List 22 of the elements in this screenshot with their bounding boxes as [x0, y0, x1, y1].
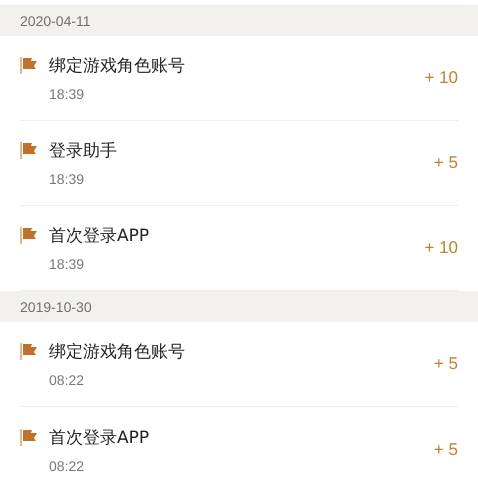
flag-icon	[20, 343, 38, 360]
record-time: 08:22	[49, 458, 86, 474]
record-title: 首次登录APP	[49, 426, 150, 448]
record-time: 18:39	[49, 256, 86, 272]
record-title: 绑定游戏角色账号	[49, 341, 185, 363]
record-title: 绑定游戏角色账号	[49, 55, 185, 77]
record-time: 08:22	[49, 372, 86, 388]
points-value: + 10	[424, 238, 458, 258]
points-value: + 5	[434, 354, 458, 374]
flag-icon	[20, 57, 38, 74]
record-time: 18:39	[49, 171, 86, 187]
record-title: 首次登录APP	[49, 225, 150, 247]
flag-icon	[20, 428, 38, 446]
points-value: + 5	[434, 153, 458, 173]
points-value: + 5	[434, 440, 458, 460]
points-value: + 10	[424, 68, 458, 88]
record-title: 登录助手	[49, 140, 117, 162]
record-time: 18:39	[49, 86, 86, 102]
date-label: 2020-04-11	[20, 12, 91, 28]
flag-icon	[20, 227, 38, 244]
flag-icon	[20, 142, 38, 159]
date-label: 2019-10-30	[20, 298, 92, 314]
